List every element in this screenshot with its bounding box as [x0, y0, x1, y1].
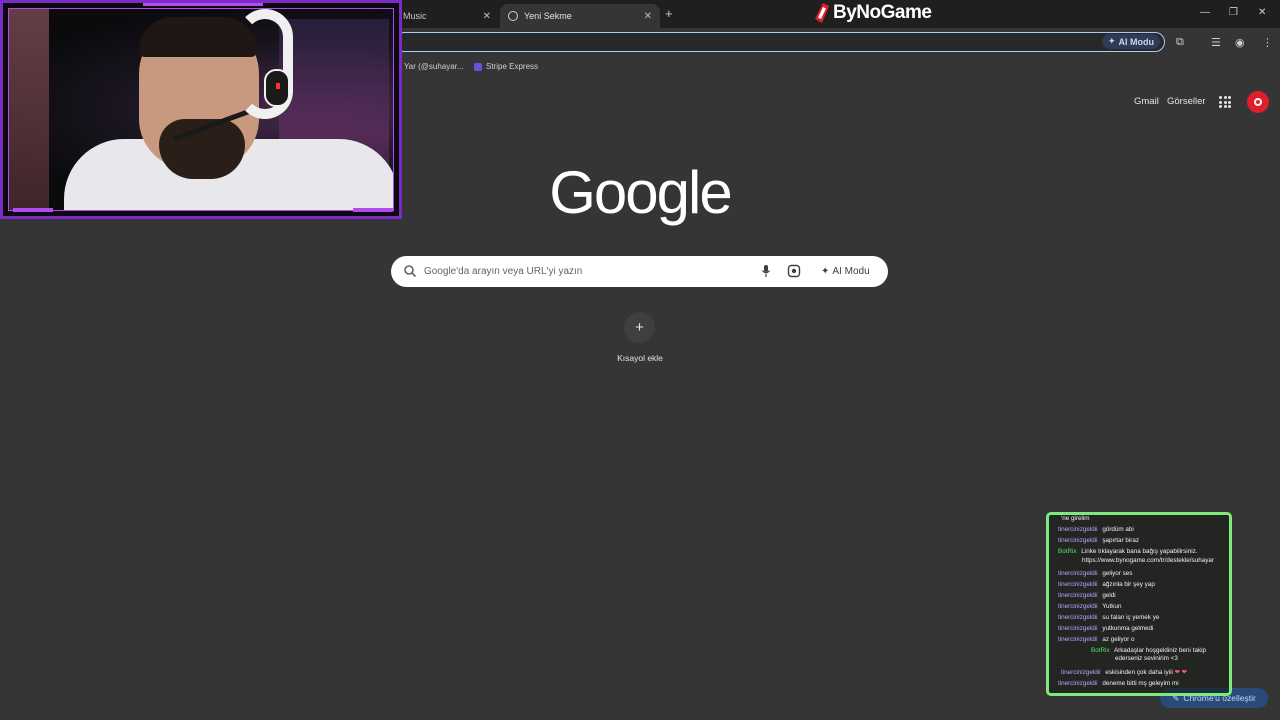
- chat-message: tinercinizgeldii ağzınla bir şey yap: [1058, 581, 1229, 588]
- add-shortcut-label: Kısayol ekle: [617, 353, 663, 363]
- close-tab-icon[interactable]: ✕: [483, 11, 491, 22]
- new-tab-plus-icon[interactable]: +: [665, 6, 673, 21]
- chat-username: tinercinizgeldii: [1061, 669, 1101, 676]
- chat-message: BotRix Arkadaşlar hoşgeldiniz beni takip: [1091, 647, 1229, 654]
- chat-message: tinercinizgeldii az geliyor o: [1058, 636, 1229, 643]
- google-lens-icon[interactable]: [787, 264, 801, 278]
- close-window-icon[interactable]: ✕: [1258, 7, 1266, 18]
- extensions-icon[interactable]: ⧉: [1176, 36, 1184, 49]
- add-shortcut-button[interactable]: +: [624, 312, 655, 343]
- stream-chat-overlay: 'ne girelim tinercinizgeldii gördüm abi …: [1046, 512, 1232, 696]
- bookmark-label: Stripe Express: [486, 62, 539, 71]
- close-tab-icon[interactable]: ✕: [644, 11, 652, 22]
- ai-search-icon: ✦: [821, 266, 830, 277]
- menu-kebab-icon[interactable]: ⋮: [1262, 36, 1273, 49]
- chat-text: eskisinden çok daha iyiii: [1105, 669, 1173, 676]
- bookmark-item[interactable]: Stripe Express: [474, 62, 538, 71]
- address-bar[interactable]: ✦ AI Modu: [395, 32, 1165, 52]
- chat-username: tinercinizgeldii: [1058, 581, 1098, 588]
- chat-text: yutkunma gelmedi: [1102, 625, 1154, 632]
- gmail-link[interactable]: Gmail: [1134, 96, 1159, 107]
- chat-message: tinercinizgeldii yutkunma gelmedi: [1058, 625, 1229, 632]
- ai-mode-label: AI Modu: [832, 266, 870, 277]
- chat-text: ağzınla bir şey yap: [1102, 581, 1155, 588]
- chat-text: 'ne girelim: [1061, 515, 1090, 522]
- chat-username: tinercinizgeldii: [1058, 625, 1098, 632]
- omnibox-ai-mode-label: AI Modu: [1118, 36, 1155, 47]
- brand-name: ByNoGame: [833, 2, 932, 23]
- chat-username: tinercinizgeldii: [1058, 603, 1098, 610]
- tab-label: Music: [403, 11, 427, 21]
- webcam-overlay: [0, 0, 402, 219]
- bynogame-logo: ByNoGame: [814, 2, 932, 24]
- ai-mode-button[interactable]: ✦ AI Modu: [815, 261, 876, 282]
- chat-text: geldi: [1102, 592, 1116, 599]
- chat-text: az geliyor o: [1102, 636, 1135, 643]
- chat-message: tinercinizgeldii geliyor ses: [1058, 570, 1229, 577]
- media-queue-icon[interactable]: ☰: [1211, 36, 1221, 49]
- google-apps-icon[interactable]: [1219, 96, 1231, 108]
- microphone-icon[interactable]: [761, 264, 771, 278]
- chat-text: şapırtar biraz: [1102, 537, 1140, 544]
- chat-message: tinercinizgeldii Yutkun: [1058, 603, 1229, 610]
- chat-text-continued: ederseniz sevinirim <3: [1115, 655, 1178, 662]
- chat-username: tinercinizgeldii: [1058, 592, 1098, 599]
- minimize-icon[interactable]: —: [1200, 7, 1210, 18]
- stripe-icon: [474, 62, 482, 71]
- chat-username: tinercinizgeldii: [1058, 614, 1098, 621]
- tab-music[interactable]: Music ✕: [395, 4, 499, 28]
- chat-text-continued: https://www.bynogame.com/tr/destekle/suh…: [1082, 557, 1214, 564]
- chat-message: tinercinizgeldii eskisinden çok daha iyi…: [1061, 669, 1229, 676]
- google-logo: Google: [549, 159, 732, 226]
- ai-search-icon: ✦: [1107, 36, 1116, 46]
- webcam-frame: [8, 8, 394, 211]
- chat-username: BotRix: [1091, 647, 1110, 654]
- search-placeholder: Google'da arayın veya URL'yi yazın: [424, 266, 583, 277]
- chat-message: BotRix Linke tıklayarak bana bağış yapab…: [1058, 548, 1229, 555]
- chat-message: tinercinizgeldii gördüm abi: [1058, 526, 1229, 533]
- new-tab-favicon-icon: [508, 11, 518, 21]
- chat-message: tinercinizgeldii deneme bitti mş geleyim…: [1058, 680, 1229, 687]
- profile-icon[interactable]: ◉: [1235, 36, 1245, 49]
- restore-icon[interactable]: ❐: [1229, 7, 1238, 18]
- chat-text: geliyor ses: [1102, 570, 1133, 577]
- chat-username: tinercinizgeldii: [1058, 526, 1098, 533]
- chat-username: BotRix: [1058, 548, 1077, 555]
- omnibox-ai-mode-button[interactable]: ✦ AI Modu: [1101, 34, 1160, 49]
- chat-text: Yutkun: [1102, 603, 1122, 610]
- search-icon: [404, 265, 417, 278]
- chat-message: tinercinizgeldii geldi: [1058, 592, 1229, 599]
- bookmark-item[interactable]: Yar (@suhayar...: [404, 62, 464, 71]
- plus-icon: +: [635, 319, 644, 336]
- tab-label: Yeni Sekme: [524, 11, 572, 21]
- chat-text: su falan iç yemek ye: [1102, 614, 1160, 621]
- bookmark-label: Yar (@suhayar...: [404, 62, 464, 71]
- chat-message: tinercinizgeldii şapırtar biraz: [1058, 537, 1229, 544]
- bynogame-logo-icon: [815, 3, 829, 23]
- chat-text: gördüm abi: [1102, 526, 1134, 533]
- screen: Music ✕ Yeni Sekme ✕ + ByNoGame — ❐ ✕ ✦ …: [0, 0, 1280, 720]
- chat-message: 'ne girelim: [1058, 515, 1229, 522]
- tab-new-tab[interactable]: Yeni Sekme ✕: [500, 4, 660, 28]
- google-search-box[interactable]: Google'da arayın veya URL'yi yazın ✦ AI …: [391, 256, 888, 287]
- chat-username: tinercinizgeldii: [1058, 636, 1098, 643]
- chat-username: tinercinizgeldii: [1058, 537, 1098, 544]
- chat-message: tinercinizgeldii su falan iç yemek ye: [1058, 614, 1229, 621]
- account-avatar[interactable]: [1247, 91, 1269, 113]
- chat-text: deneme bitti mş geleyim mi: [1102, 680, 1179, 687]
- chat-username: tinercinizgeldii: [1058, 680, 1098, 687]
- chat-text: Linke tıklayarak bana bağış yapabilirsin…: [1081, 548, 1198, 555]
- chat-text: Arkadaşlar hoşgeldiniz beni takip: [1113, 647, 1207, 654]
- images-link[interactable]: Görseller: [1167, 96, 1206, 107]
- chat-username: tinercinizgeldii: [1058, 570, 1098, 577]
- heart-emoji-icon: ❤ ❤: [1174, 669, 1187, 676]
